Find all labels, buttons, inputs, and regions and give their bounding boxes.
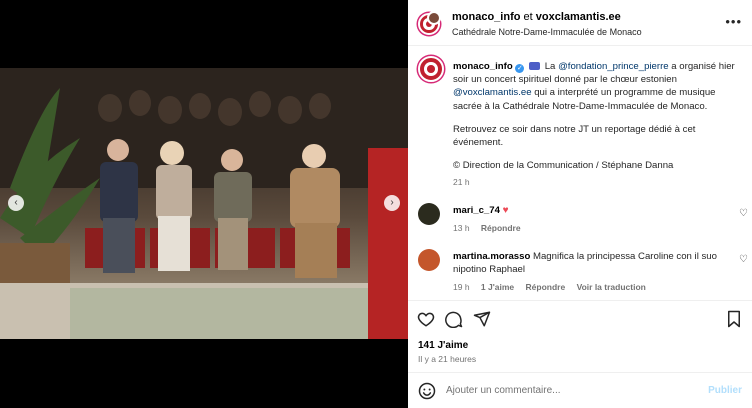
- translate-button[interactable]: Voir la traduction: [577, 282, 646, 292]
- heart-icon[interactable]: [416, 309, 436, 329]
- post-media: ‹ ›: [0, 0, 408, 408]
- caption-author[interactable]: monaco_info: [453, 61, 513, 72]
- chevron-left-icon[interactable]: ‹: [8, 195, 24, 211]
- bookmark-icon[interactable]: [724, 309, 744, 329]
- post-panel: monaco_info et voxclamantis.ee Cathédral…: [408, 0, 752, 408]
- red-heart-icon: ♥: [502, 205, 509, 216]
- bus-emoji-icon: [529, 62, 541, 70]
- comment-user[interactable]: martina.morasso: [453, 251, 530, 262]
- comment-user[interactable]: mari_c_74: [453, 205, 500, 216]
- comment-meta: 19 h 1 J'aime Répondre Voir la traductio…: [453, 281, 723, 294]
- post-authors: monaco_info et voxclamantis.ee: [452, 11, 621, 23]
- comment-icon[interactable]: [444, 309, 464, 329]
- publish-button[interactable]: Publier: [708, 385, 742, 396]
- collaborator-link[interactable]: voxclamantis.ee: [536, 11, 621, 23]
- comment-avatar[interactable]: [418, 249, 440, 271]
- reply-button[interactable]: Répondre: [526, 282, 566, 292]
- heart-icon[interactable]: ♡: [739, 254, 748, 265]
- comment-body: martina.morasso Magnifica la principessa…: [453, 250, 723, 294]
- caption-credit: © Direction de la Communication / Stépha…: [453, 160, 674, 172]
- collaborator-avatar[interactable]: [427, 11, 441, 25]
- comment-input[interactable]: Ajouter un commentaire...: [446, 385, 561, 396]
- comment-time: 13 h: [453, 223, 470, 233]
- comment-body: mari_c_74 ♥ 13 h Répondre: [453, 204, 723, 235]
- photo-illustration: [0, 68, 408, 339]
- comment-meta: 13 h Répondre: [453, 222, 723, 235]
- post-photo: [0, 68, 408, 339]
- comment-avatar[interactable]: [418, 203, 440, 225]
- chevron-right-icon[interactable]: ›: [384, 195, 400, 211]
- location-link[interactable]: Cathédrale Notre-Dame-Immaculée de Monac…: [452, 27, 642, 37]
- verified-icon: ✓: [515, 64, 525, 73]
- comment-likes[interactable]: 1 J'aime: [481, 282, 514, 292]
- collaborator-joiner: et: [523, 11, 533, 23]
- author-link[interactable]: monaco_info: [452, 11, 520, 23]
- caption-text: monaco_info ✓ La @fondation_prince_pierr…: [453, 60, 743, 190]
- action-bar: 141 J'aime Il y a 21 heures: [408, 300, 752, 380]
- caption-intro: La: [544, 61, 556, 72]
- reply-button[interactable]: Répondre: [481, 223, 521, 233]
- smiley-icon[interactable]: [418, 382, 436, 400]
- paper-plane-icon[interactable]: [472, 309, 492, 329]
- caption-avatar[interactable]: [418, 56, 444, 82]
- post-header: monaco_info et voxclamantis.ee Cathédral…: [408, 0, 752, 46]
- caption-time: 21 h: [453, 177, 470, 188]
- add-comment-bar: Ajouter un commentaire... Publier: [408, 372, 752, 408]
- heart-icon[interactable]: ♡: [739, 208, 748, 219]
- post-date: Il y a 21 heures: [418, 354, 477, 364]
- comment-time: 19 h: [453, 282, 470, 292]
- more-icon[interactable]: •••: [725, 14, 742, 29]
- mention-fondation[interactable]: @fondation_prince_pierre: [558, 61, 669, 72]
- caption-para2: Retrouvez ce soir dans notre JT un repor…: [453, 123, 696, 149]
- like-count[interactable]: 141 J'aime: [418, 340, 468, 351]
- mention-voxclamantis[interactable]: @voxclamantis.ee: [453, 87, 532, 98]
